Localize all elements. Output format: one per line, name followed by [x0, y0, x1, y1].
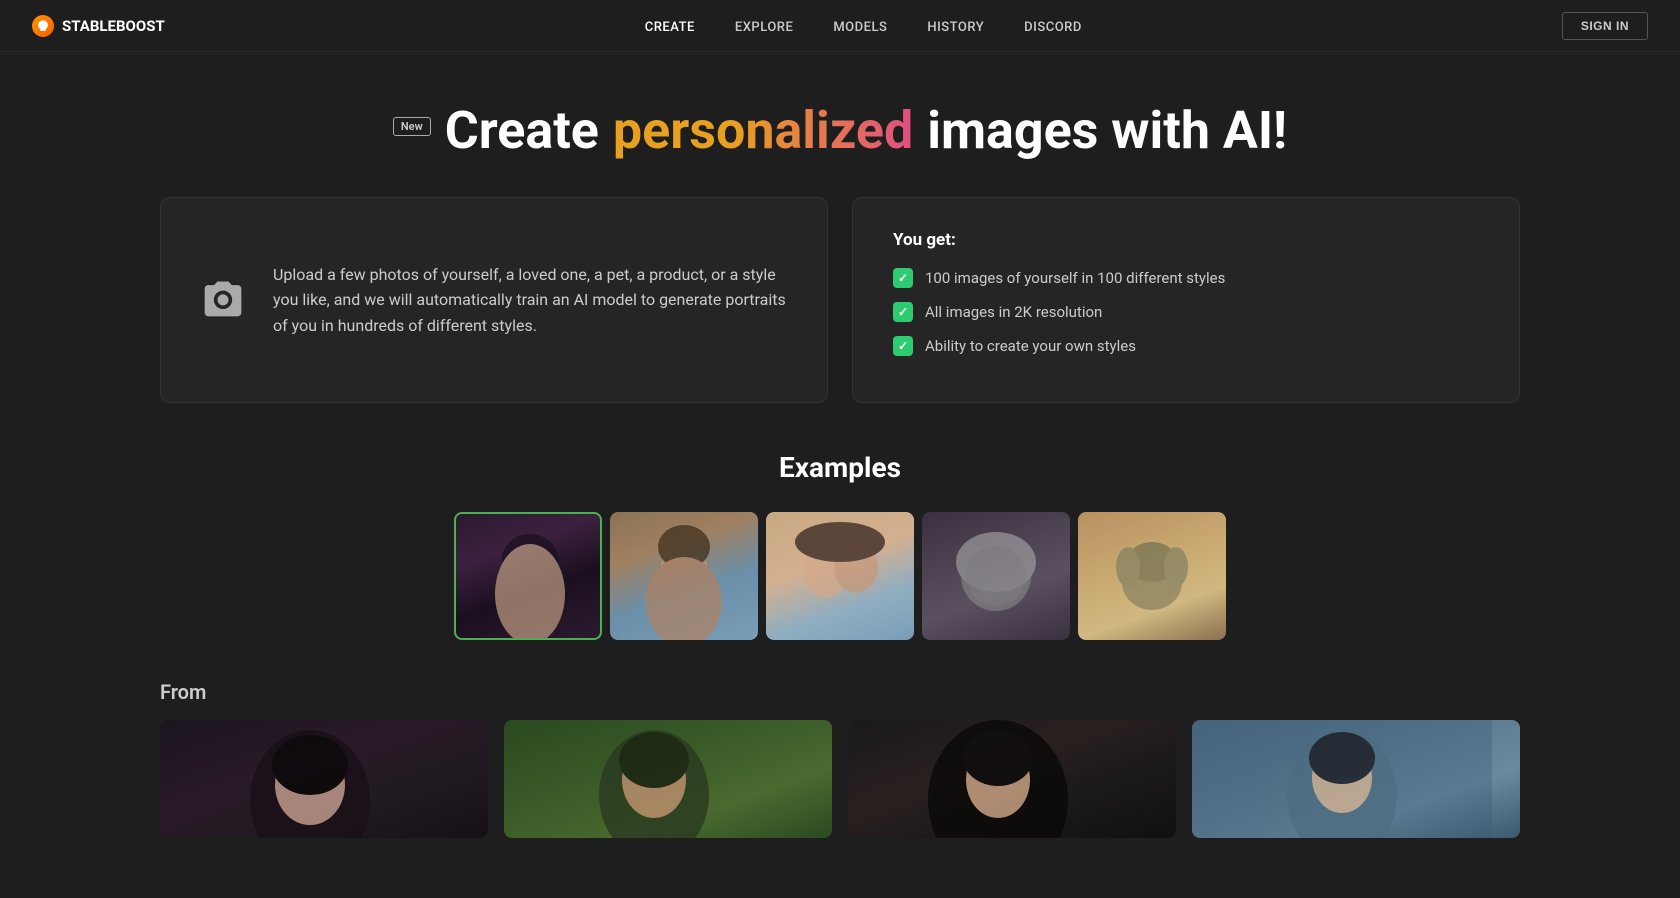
- example-thumb-3[interactable]: [766, 512, 914, 640]
- example-thumb-5[interactable]: [1078, 512, 1226, 640]
- thumb-image-4: [922, 512, 1070, 640]
- benefit-text-1: 100 images of yourself in 100 different …: [925, 269, 1225, 287]
- upload-description: Upload a few photos of yourself, a loved…: [273, 262, 787, 339]
- nav-item-create[interactable]: CREATE: [645, 16, 695, 35]
- check-icon-2: ✓: [893, 302, 913, 322]
- logo[interactable]: STABLEBOOST: [32, 15, 165, 37]
- example-thumb-2[interactable]: [610, 512, 758, 640]
- benefit-text-2: All images in 2K resolution: [925, 303, 1102, 321]
- example-thumb-1[interactable]: [454, 512, 602, 640]
- feature-row: Upload a few photos of yourself, a loved…: [160, 197, 1520, 403]
- logo-icon: [32, 15, 54, 37]
- example-thumb-4[interactable]: [922, 512, 1070, 640]
- thumb-image-3: [766, 512, 914, 640]
- upload-card: Upload a few photos of yourself, a loved…: [160, 197, 828, 403]
- from-section: From: [160, 680, 1520, 858]
- new-badge: New: [393, 117, 431, 136]
- from-title: From: [160, 680, 1520, 704]
- examples-title: Examples: [160, 451, 1520, 484]
- from-card-2: [504, 720, 832, 838]
- examples-thumbnails: [160, 512, 1520, 640]
- hero-title: New Create personalized images with AI!: [160, 100, 1520, 161]
- from-card-4: [1192, 720, 1520, 838]
- sign-in-button[interactable]: SIGN IN: [1562, 12, 1648, 40]
- nav-link-models[interactable]: MODELS: [833, 20, 887, 35]
- nav-link-create[interactable]: CREATE: [645, 20, 695, 35]
- benefit-item-2: ✓ All images in 2K resolution: [893, 302, 1479, 322]
- benefits-title: You get:: [893, 230, 1479, 250]
- nav-link-discord[interactable]: DISCORD: [1024, 20, 1082, 35]
- nav-item-models[interactable]: MODELS: [833, 16, 887, 35]
- hero-title-before: Create: [445, 100, 599, 161]
- hero-title-highlight: personalized: [613, 100, 913, 161]
- camera-icon: [201, 276, 245, 324]
- from-card-3: [848, 720, 1176, 838]
- examples-section: Examples: [160, 451, 1520, 640]
- logo-text: STABLEBOOST: [62, 17, 165, 35]
- from-grid: [160, 720, 1520, 838]
- navbar: STABLEBOOST CREATE EXPLORE MODELS HISTOR…: [0, 0, 1680, 52]
- thumb-image-1: [456, 514, 600, 638]
- benefits-card: You get: ✓ 100 images of yourself in 100…: [852, 197, 1520, 403]
- benefit-text-3: Ability to create your own styles: [925, 337, 1136, 355]
- check-icon-3: ✓: [893, 336, 913, 356]
- from-card-1: [160, 720, 488, 838]
- benefit-item-1: ✓ 100 images of yourself in 100 differen…: [893, 268, 1479, 288]
- nav-link-explore[interactable]: EXPLORE: [735, 20, 793, 35]
- nav-item-discord[interactable]: DISCORD: [1024, 16, 1082, 35]
- nav-links: CREATE EXPLORE MODELS HISTORY DISCORD: [645, 16, 1082, 35]
- thumb-image-5: [1078, 512, 1226, 640]
- benefit-item-3: ✓ Ability to create your own styles: [893, 336, 1479, 356]
- nav-link-history[interactable]: HISTORY: [927, 20, 984, 35]
- hero-title-after: images with AI!: [927, 100, 1287, 161]
- nav-item-history[interactable]: HISTORY: [927, 16, 984, 35]
- thumb-image-2: [610, 512, 758, 640]
- nav-item-explore[interactable]: EXPLORE: [735, 16, 793, 35]
- main-content: New Create personalized images with AI! …: [0, 52, 1680, 898]
- check-icon-1: ✓: [893, 268, 913, 288]
